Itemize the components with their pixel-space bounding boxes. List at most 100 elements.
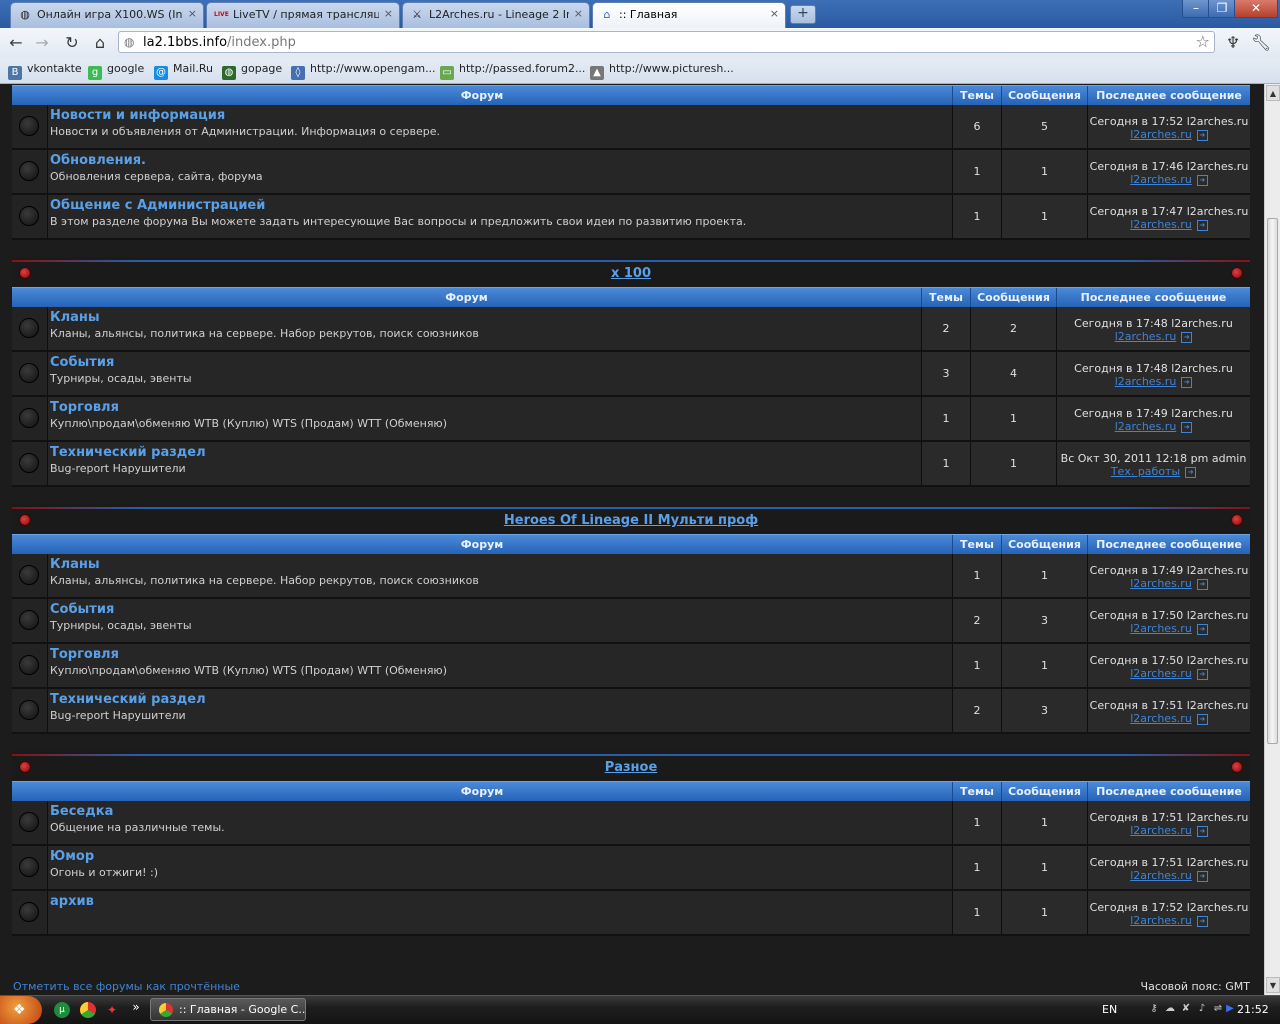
extension-button[interactable]: ♆ <box>1222 33 1244 53</box>
address-bar[interactable]: ◍ la2.1bbs.info/index.php ☆ <box>118 31 1215 53</box>
forward-button[interactable]: → <box>31 33 53 53</box>
go-to-post-icon[interactable]: ➜ <box>1181 332 1193 343</box>
tab-close-icon[interactable]: × <box>770 7 779 20</box>
bookmark-gopage[interactable]: ◍ gopage <box>222 62 282 80</box>
tab-x100[interactable]: ◍ Онлайн игра X100.WS (Interl × <box>10 2 204 28</box>
bookmark-opengam[interactable]: ◊ http://www.opengam... <box>291 62 436 80</box>
go-to-post-icon[interactable]: ➜ <box>1196 579 1208 590</box>
category-title-link[interactable]: Разное <box>12 760 1250 775</box>
last-post-link[interactable]: l2arches.ru ➜ <box>1088 824 1250 837</box>
media-player-icon[interactable]: ▶ <box>1224 1003 1236 1015</box>
last-post-link[interactable]: l2arches.ru ➜ <box>1057 420 1250 433</box>
last-post-author[interactable]: l2arches.ru <box>1130 173 1192 186</box>
maximize-button[interactable]: ❐ <box>1208 0 1236 18</box>
forum-name-link[interactable]: События <box>50 602 114 617</box>
last-post-link[interactable]: l2arches.ru ➜ <box>1088 667 1250 680</box>
last-post-link[interactable]: l2arches.ru ➜ <box>1057 330 1250 343</box>
scroll-down-arrow-icon[interactable]: ▼ <box>1266 977 1280 993</box>
bookmark-mailru[interactable]: @ Mail.Ru <box>154 62 213 80</box>
last-post-author[interactable]: l2arches.ru <box>1130 824 1192 837</box>
category-title-link[interactable]: x 100 <box>12 266 1250 281</box>
last-post-author[interactable]: l2arches.ru <box>1115 330 1177 343</box>
last-post-author[interactable]: l2arches.ru <box>1115 420 1177 433</box>
last-post-link[interactable]: Тех. работы ➜ <box>1057 465 1250 478</box>
more-quicklaunch-icon[interactable]: » <box>128 999 144 1015</box>
start-button[interactable]: ❖ <box>0 996 42 1024</box>
go-to-post-icon[interactable]: ➜ <box>1196 669 1208 680</box>
go-to-post-icon[interactable]: ➜ <box>1185 467 1197 478</box>
last-post-link[interactable]: l2arches.ru ➜ <box>1088 128 1250 141</box>
last-post-link[interactable]: l2arches.ru ➜ <box>1088 218 1250 231</box>
forum-name-link[interactable]: Новости и информация <box>50 108 225 123</box>
forum-name-link[interactable]: Обновления. <box>50 153 146 168</box>
forum-name-link[interactable]: Кланы <box>50 557 100 572</box>
tab-close-icon[interactable]: × <box>574 7 583 20</box>
forum-name-link[interactable]: Кланы <box>50 310 100 325</box>
forum-name-link[interactable]: События <box>50 355 114 370</box>
tab-close-icon[interactable]: × <box>384 7 393 20</box>
mark-all-read-link[interactable]: Отметить все форумы как прочтённые <box>13 980 240 993</box>
last-post-author[interactable]: l2arches.ru <box>1130 577 1192 590</box>
bookmark-passed[interactable]: ▭ http://passed.forum2... <box>440 62 585 80</box>
go-to-post-icon[interactable]: ➜ <box>1181 377 1193 388</box>
close-window-button[interactable]: ✕ <box>1234 0 1278 18</box>
safely-remove-icon[interactable]: ⇌ <box>1212 1003 1224 1015</box>
minimize-button[interactable]: – <box>1182 0 1210 18</box>
forum-name-link[interactable]: архив <box>50 894 94 909</box>
tab-l2arches[interactable]: ⚔ L2Arches.ru - Lineage 2 Interl × <box>402 2 590 28</box>
last-post-author[interactable]: l2arches.ru <box>1130 667 1192 680</box>
go-to-post-icon[interactable]: ➜ <box>1196 130 1208 141</box>
last-post-link[interactable]: l2arches.ru ➜ <box>1088 712 1250 725</box>
forum-name-link[interactable]: Технический раздел <box>50 692 206 707</box>
home-button[interactable]: ⌂ <box>89 33 111 53</box>
forum-name-link[interactable]: Юмор <box>50 849 94 864</box>
new-tab-button[interactable]: + <box>790 5 816 24</box>
category-title-link[interactable]: Heroes Of Lineage II Мульти проф <box>12 513 1250 528</box>
forum-name-link[interactable]: Беседка <box>50 804 113 819</box>
bookmark-google[interactable]: g google <box>88 62 144 80</box>
forum-name-link[interactable]: Технический раздел <box>50 445 206 460</box>
volume-icon[interactable]: ♪ <box>1196 1003 1208 1015</box>
go-to-post-icon[interactable]: ➜ <box>1196 175 1208 186</box>
bookmark-star-icon[interactable]: ☆ <box>1196 32 1210 51</box>
skype-icon[interactable]: ☁ <box>1164 1003 1176 1015</box>
scrollbar-thumb[interactable] <box>1267 218 1278 744</box>
go-to-post-icon[interactable]: ➜ <box>1196 714 1208 725</box>
forum-name-link[interactable]: Общение с Администрацией <box>50 198 265 213</box>
forum-name-link[interactable]: Торговля <box>50 647 119 662</box>
last-post-author[interactable]: l2arches.ru <box>1115 375 1177 388</box>
chrome-icon[interactable] <box>80 1002 96 1018</box>
go-to-post-icon[interactable]: ➜ <box>1196 220 1208 231</box>
back-button[interactable]: ← <box>5 33 27 53</box>
app-quicklaunch-icon[interactable]: ✦ <box>104 1002 120 1018</box>
last-post-author[interactable]: l2arches.ru <box>1130 712 1192 725</box>
go-to-post-icon[interactable]: ➜ <box>1196 624 1208 635</box>
go-to-post-icon[interactable]: ➜ <box>1181 422 1193 433</box>
go-to-post-icon[interactable]: ➜ <box>1196 916 1208 927</box>
last-post-link[interactable]: l2arches.ru ➜ <box>1088 622 1250 635</box>
forum-name-link[interactable]: Торговля <box>50 400 119 415</box>
scroll-up-arrow-icon[interactable]: ▲ <box>1266 85 1280 101</box>
taskbar-chrome-window[interactable]: :: Главная - Google C... <box>150 998 306 1021</box>
last-post-link[interactable]: l2arches.ru ➜ <box>1088 173 1250 186</box>
page-scrollbar[interactable]: ▲ ▼ <box>1264 84 1280 995</box>
last-post-author[interactable]: l2arches.ru <box>1130 218 1192 231</box>
tab-close-icon[interactable]: × <box>188 7 197 20</box>
last-post-author[interactable]: l2arches.ru <box>1130 128 1192 141</box>
last-post-link[interactable]: l2arches.ru ➜ <box>1088 869 1250 882</box>
tab-glavnaya[interactable]: ⌂ :: Главная × <box>592 2 786 28</box>
utorrent-icon[interactable]: µ <box>54 1002 70 1018</box>
last-post-author[interactable]: Тех. работы <box>1111 465 1180 478</box>
go-to-post-icon[interactable]: ➜ <box>1196 871 1208 882</box>
language-indicator[interactable]: EN <box>1102 1003 1117 1016</box>
settings-button[interactable]: 🔧︎ <box>1250 33 1272 53</box>
go-to-post-icon[interactable]: ➜ <box>1196 826 1208 837</box>
tab-livetv[interactable]: LIVE LiveTV / прямая трансляция × <box>206 2 400 28</box>
network-icon[interactable]: ⚷ <box>1148 1003 1160 1015</box>
bookmark-vkontakte[interactable]: Bvkontakte <box>8 62 82 80</box>
antivirus-icon[interactable]: ✘ <box>1180 1003 1192 1015</box>
last-post-link[interactable]: l2arches.ru ➜ <box>1057 375 1250 388</box>
bookmark-picturesh[interactable]: ▲ http://www.picturesh... <box>590 62 734 80</box>
reload-button[interactable]: ↻ <box>61 33 83 53</box>
last-post-link[interactable]: l2arches.ru ➜ <box>1088 577 1250 590</box>
